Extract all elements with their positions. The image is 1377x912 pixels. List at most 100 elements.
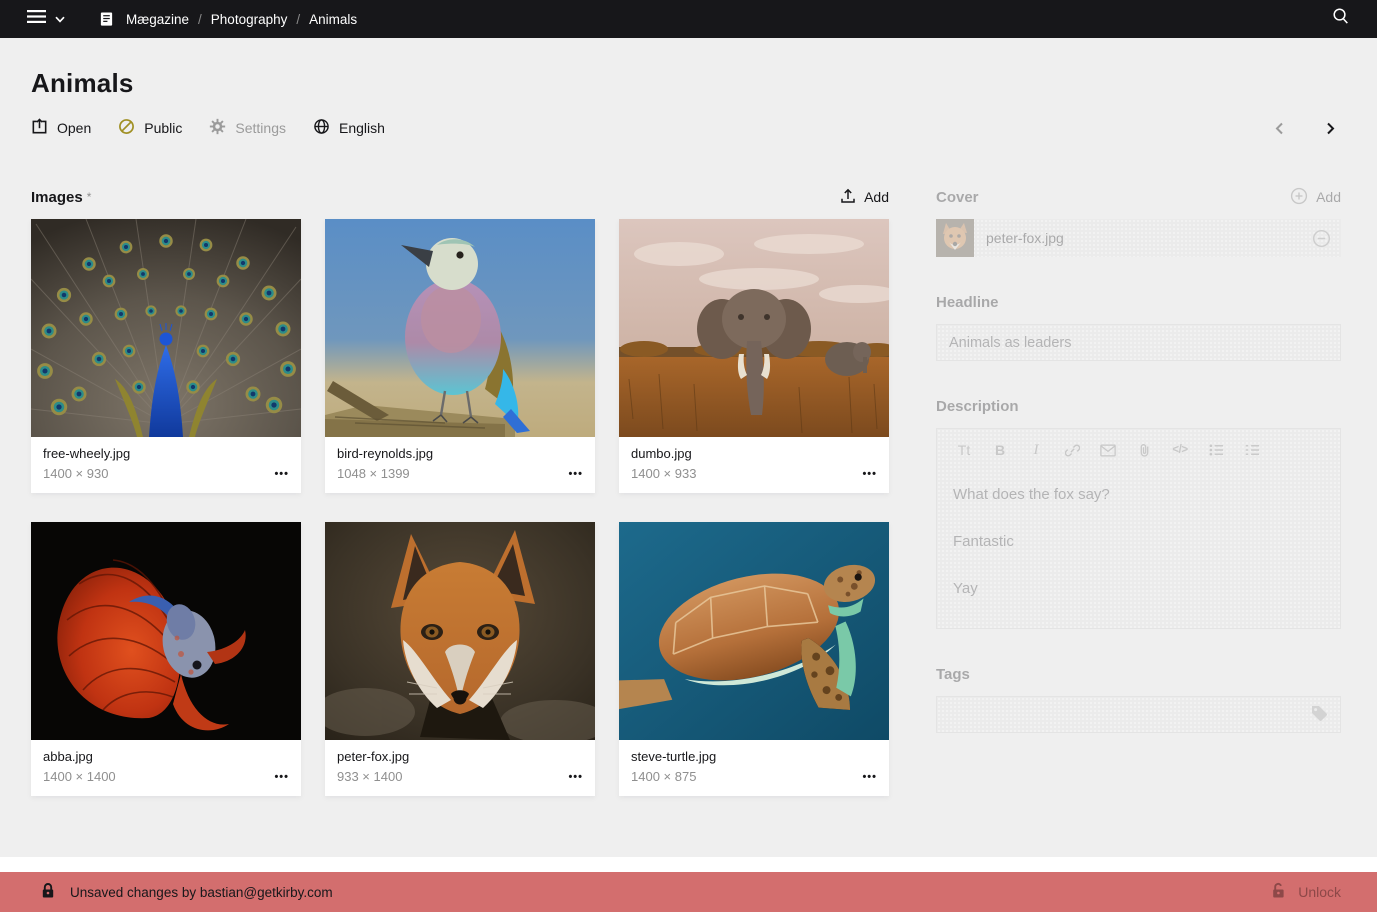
description-text: What does the fox say? Fantastic Yay	[937, 471, 1340, 628]
settings-label: Settings	[235, 120, 286, 136]
cover-label: Cover	[936, 189, 979, 206]
cover-filename: peter-fox.jpg	[986, 230, 1312, 246]
open-button[interactable]: Open	[31, 118, 91, 138]
tags-label: Tags	[936, 666, 970, 683]
roller-bird-photo[interactable]	[325, 219, 595, 437]
tags-input	[936, 696, 1341, 733]
headline-input: Animals as leaders	[936, 324, 1341, 361]
images-section: Images * Add	[31, 186, 889, 796]
card-dimensions: 1400 × 933	[631, 465, 877, 483]
image-card-steve-turtle[interactable]: steve-turtle.jpg 1400 × 875 •••	[619, 522, 889, 796]
image-card-bird-reynolds[interactable]: bird-reynolds.jpg 1048 × 1399 •••	[325, 219, 595, 493]
search-button[interactable]	[1331, 7, 1350, 31]
paperclip-icon	[1126, 442, 1162, 458]
cover-file-row: peter-fox.jpg	[936, 219, 1341, 257]
breadcrumb-separator: /	[296, 12, 300, 27]
settings-button: Settings	[209, 118, 286, 138]
headline-label: Headline	[936, 294, 999, 311]
card-filename: peter-fox.jpg	[337, 748, 583, 766]
open-label: Open	[57, 120, 91, 136]
public-status-button[interactable]: Public	[118, 118, 182, 138]
headings-icon: Tt	[946, 442, 982, 458]
breadcrumb: Mægazine / Photography / Animals	[99, 11, 357, 27]
chevron-down-icon	[55, 10, 65, 28]
card-dimensions: 1048 × 1399	[337, 465, 583, 483]
image-card-grid: free-wheely.jpg 1400 × 930 •••	[31, 219, 889, 796]
lock-message: Unsaved changes by bastian@getkirby.com	[41, 882, 333, 902]
plus-circle-icon	[1290, 187, 1308, 208]
betta-fish-photo[interactable]	[31, 522, 301, 740]
unlock-label: Unlock	[1298, 884, 1341, 900]
images-section-label: Images	[31, 189, 83, 206]
image-card-peter-fox[interactable]: peter-fox.jpg 933 × 1400 •••	[325, 522, 595, 796]
card-caption: peter-fox.jpg 933 × 1400 •••	[325, 740, 595, 796]
card-filename: steve-turtle.jpg	[631, 748, 877, 766]
cover-thumbnail-fox	[936, 219, 974, 257]
tag-icon	[1310, 704, 1328, 726]
card-caption: bird-reynolds.jpg 1048 × 1399 •••	[325, 437, 595, 493]
card-dimensions: 933 × 1400	[337, 768, 583, 786]
open-preview-icon	[31, 118, 48, 138]
card-caption: dumbo.jpg 1400 × 933 •••	[619, 437, 889, 493]
breadcrumb-item-photography[interactable]: Photography	[211, 12, 288, 27]
card-dimensions: 1400 × 930	[43, 465, 289, 483]
sibling-pager	[1269, 118, 1341, 139]
cover-field: Cover Add peter-fox.jpg	[936, 186, 1341, 257]
remove-cover-button	[1312, 229, 1331, 248]
globe-icon	[313, 118, 330, 138]
peacock-photo[interactable]	[31, 219, 301, 437]
code-icon: </>	[1162, 444, 1198, 456]
main-menu-button[interactable]	[27, 10, 65, 28]
breadcrumb-item-animals[interactable]: Animals	[309, 12, 357, 27]
card-options-button[interactable]: •••	[274, 468, 289, 480]
description-editor: Tt B I </>	[936, 428, 1341, 629]
card-options-button[interactable]: •••	[862, 468, 877, 480]
card-caption: abba.jpg 1400 × 1400 •••	[31, 740, 301, 796]
fox-photo[interactable]	[325, 522, 595, 740]
tags-field: Tags	[936, 663, 1341, 733]
card-options-button[interactable]: •••	[862, 771, 877, 783]
elephant-photo[interactable]	[619, 219, 889, 437]
card-caption: steve-turtle.jpg 1400 × 875 •••	[619, 740, 889, 796]
page-option-bar: Open Public Settings English	[31, 116, 1341, 140]
upload-icon	[840, 188, 856, 207]
lock-bar: Unsaved changes by bastian@getkirby.com …	[0, 872, 1377, 912]
card-options-button[interactable]: •••	[568, 468, 583, 480]
link-icon	[1054, 443, 1090, 458]
italic-icon: I	[1018, 442, 1054, 459]
textarea-toolbar: Tt B I </>	[937, 429, 1340, 471]
page-fields-sidebar: Cover Add peter-fox.jpg	[936, 186, 1341, 796]
description-label: Description	[936, 398, 1019, 415]
card-caption: free-wheely.jpg 1400 × 930 •••	[31, 437, 301, 493]
card-options-button[interactable]: •••	[568, 771, 583, 783]
card-dimensions: 1400 × 1400	[43, 768, 289, 786]
topbar: Mægazine / Photography / Animals	[0, 0, 1377, 38]
public-status-icon	[118, 118, 135, 138]
bold-icon: B	[982, 442, 1018, 458]
breadcrumb-item-magazine[interactable]: Mægazine	[126, 12, 189, 27]
description-paragraph: What does the fox say?	[953, 485, 1324, 505]
content-footer-gap	[0, 857, 1377, 872]
page-animals: Animals Open Public Settings English	[0, 38, 1377, 857]
next-page-button[interactable]	[1320, 118, 1341, 139]
breadcrumb-separator: /	[198, 12, 202, 27]
add-image-label: Add	[864, 189, 889, 205]
card-filename: free-wheely.jpg	[43, 445, 289, 463]
unlock-button[interactable]: Unlock	[1271, 882, 1341, 902]
bullet-list-icon	[1198, 443, 1234, 457]
language-label: English	[339, 120, 385, 136]
unlock-icon	[1271, 882, 1286, 902]
lock-message-text: Unsaved changes by bastian@getkirby.com	[70, 885, 333, 900]
required-marker: *	[87, 190, 92, 204]
image-card-dumbo[interactable]: dumbo.jpg 1400 × 933 •••	[619, 219, 889, 493]
image-card-free-wheely[interactable]: free-wheely.jpg 1400 × 930 •••	[31, 219, 301, 493]
language-button[interactable]: English	[313, 118, 385, 138]
add-image-button[interactable]: Add	[840, 188, 889, 207]
public-label: Public	[144, 120, 182, 136]
search-icon	[1331, 7, 1350, 31]
gear-icon	[209, 118, 226, 138]
turtle-photo[interactable]	[619, 522, 889, 740]
card-dimensions: 1400 × 875	[631, 768, 877, 786]
card-options-button[interactable]: •••	[274, 771, 289, 783]
image-card-abba[interactable]: abba.jpg 1400 × 1400 •••	[31, 522, 301, 796]
